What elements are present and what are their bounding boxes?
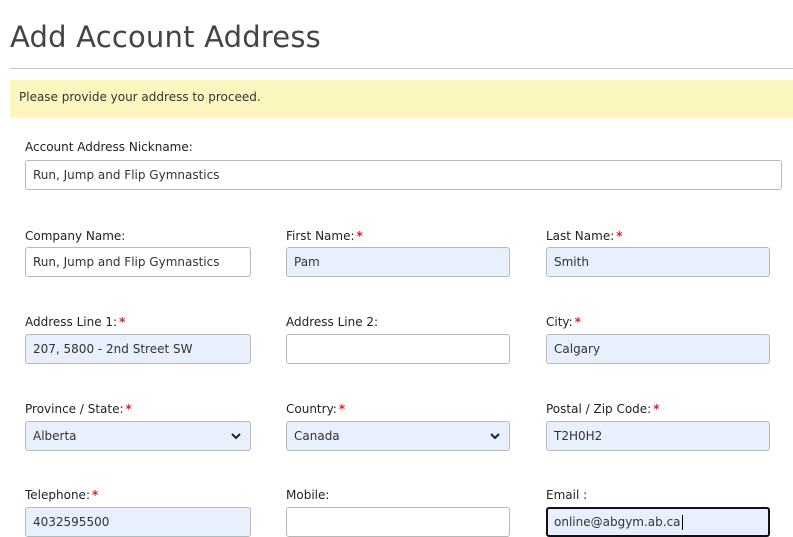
company-name-label-text: Company Name: [25, 229, 126, 243]
city-input[interactable]: Calgary [546, 334, 770, 364]
address-line-1-value: 207, 5800 - 2nd Street SW [33, 342, 193, 356]
telephone-value: 4032595500 [33, 515, 110, 529]
first-name-label: First Name: * [286, 229, 363, 243]
title-divider [10, 68, 793, 69]
first-name-value: Pam [294, 255, 320, 269]
province-select[interactable]: Alberta [25, 421, 251, 451]
chevron-down-icon [231, 433, 241, 440]
country-value: Canada [294, 429, 340, 443]
first-name-label-text: First Name: [286, 229, 355, 243]
company-name-input[interactable]: Run, Jump and Flip Gymnastics [25, 247, 251, 277]
address-line-2-label-text: Address Line 2: [286, 315, 379, 329]
notice-banner: Please provide your address to proceed. [10, 80, 793, 118]
first-name-input[interactable]: Pam [286, 247, 510, 277]
mobile-label-text: Mobile: [286, 488, 330, 502]
city-label-text: City: [546, 315, 573, 329]
company-name-value: Run, Jump and Flip Gymnastics [33, 255, 220, 269]
nickname-input[interactable]: Run, Jump and Flip Gymnastics [25, 160, 782, 190]
country-label-text: Country: [286, 402, 337, 416]
province-label: Province / State: * [25, 402, 132, 416]
address-line-1-label: Address Line 1: * [25, 315, 125, 329]
telephone-label-text: Telephone: [25, 488, 90, 502]
page-title: Add Account Address [10, 20, 321, 54]
address-line-1-input[interactable]: 207, 5800 - 2nd Street SW [25, 334, 251, 364]
city-value: Calgary [554, 342, 601, 356]
city-label: City: * [546, 315, 581, 329]
postal-code-value: T2H0H2 [554, 429, 603, 443]
chevron-down-icon [490, 433, 500, 440]
last-name-label-text: Last Name: [546, 229, 615, 243]
telephone-label: Telephone: * [25, 488, 98, 502]
address-line-2-label: Address Line 2: [286, 315, 378, 329]
nickname-label: Account Address Nickname: [25, 140, 193, 154]
required-marker: * [574, 315, 581, 329]
last-name-value: Smith [554, 255, 589, 269]
email-value: online@abgym.ab.ca [554, 515, 681, 529]
required-marker: * [92, 488, 99, 502]
country-label: Country: * [286, 402, 345, 416]
email-label-text: Email : [546, 488, 588, 502]
address-line-1-label-text: Address Line 1: [25, 315, 118, 329]
country-select[interactable]: Canada [286, 421, 510, 451]
required-marker: * [653, 402, 660, 416]
company-name-label: Company Name: [25, 229, 125, 243]
last-name-label: Last Name: * [546, 229, 623, 243]
required-marker: * [616, 229, 623, 243]
required-marker: * [356, 229, 363, 243]
mobile-label: Mobile: [286, 488, 329, 502]
text-cursor [681, 514, 683, 530]
postal-code-label: Postal / Zip Code: * [546, 402, 660, 416]
nickname-label-text: Account Address Nickname: [25, 140, 193, 154]
address-line-2-input[interactable] [286, 334, 510, 364]
province-label-text: Province / State: [25, 402, 124, 416]
nickname-value: Run, Jump and Flip Gymnastics [33, 168, 220, 182]
required-marker: * [119, 315, 126, 329]
province-value: Alberta [33, 429, 77, 443]
required-marker: * [125, 402, 132, 416]
email-label: Email : [546, 488, 587, 502]
last-name-input[interactable]: Smith [546, 247, 770, 277]
notice-text: Please provide your address to proceed. [19, 90, 261, 104]
postal-code-label-text: Postal / Zip Code: [546, 402, 652, 416]
postal-code-input[interactable]: T2H0H2 [546, 421, 770, 451]
required-marker: * [338, 402, 346, 416]
